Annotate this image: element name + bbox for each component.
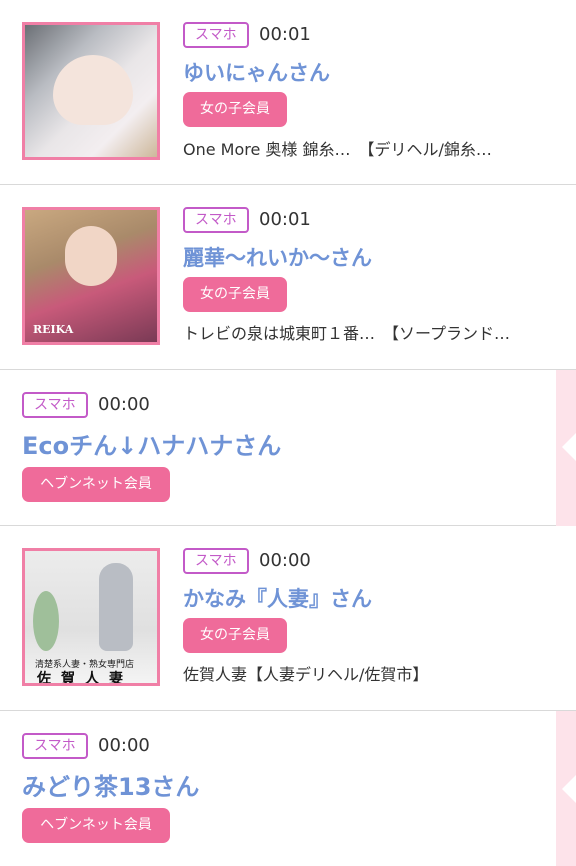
thumbnail-label: REIKA xyxy=(33,323,74,336)
side-arrow-icon xyxy=(562,775,576,803)
side-arrow-icon xyxy=(562,433,576,461)
device-badge: スマホ xyxy=(183,548,249,574)
list-item[interactable]: スマホ 00:01 ゆいにゃんさん 女の子会員 One More 奥様 錦糸… … xyxy=(0,0,576,185)
thumbnail-plant xyxy=(33,591,59,651)
member-type-badge: 女の子会員 xyxy=(183,618,287,653)
device-badge: スマホ xyxy=(22,733,88,759)
post-time: 00:01 xyxy=(259,24,311,45)
list-item[interactable]: スマホ 00:00 Ecoチん↓ハナハナさん ヘブンネット会員 xyxy=(0,370,576,526)
profile-thumbnail[interactable] xyxy=(22,22,160,160)
thumbnail-caption-big: 佐賀人妻 xyxy=(37,671,133,686)
user-name-link[interactable]: Ecoチん↓ハナハナさん xyxy=(22,426,281,461)
member-type-badge: 女の子会員 xyxy=(183,277,287,312)
post-time: 00:00 xyxy=(98,735,150,756)
user-name-link[interactable]: 麗華〜れいか〜さん xyxy=(183,242,372,272)
shop-name-link[interactable]: トレビの泉は城東町１番… 【ソープランド… xyxy=(183,320,510,344)
list-item[interactable]: スマホ 00:00 みどり茶13さん ヘブンネット会員 xyxy=(0,711,576,866)
thumbnail-figure xyxy=(99,563,133,651)
profile-thumbnail[interactable]: 清楚系人妻・熟女専門店 佐賀人妻 xyxy=(22,548,160,686)
device-badge: スマホ xyxy=(183,22,249,48)
shop-name-link[interactable]: One More 奥様 錦糸… 【デリヘル/錦糸… xyxy=(183,136,492,160)
list-item[interactable]: 清楚系人妻・熟女専門店 佐賀人妻 スマホ 00:00 かなみ『人妻』さん 女の子… xyxy=(0,526,576,711)
member-type-badge: ヘブンネット会員 xyxy=(22,808,170,843)
device-badge: スマホ xyxy=(183,207,249,233)
user-name-link[interactable]: みどり茶13さん xyxy=(22,767,199,802)
list-item[interactable]: REIKA スマホ 00:01 麗華〜れいか〜さん 女の子会員 トレビの泉は城東… xyxy=(0,185,576,370)
thumbnail-figure xyxy=(53,55,133,125)
user-name-link[interactable]: ゆいにゃんさん xyxy=(183,57,330,87)
thumbnail-figure xyxy=(65,226,117,286)
shop-name-link[interactable]: 佐賀人妻【人妻デリヘル/佐賀市】 xyxy=(183,661,428,685)
member-type-badge: ヘブンネット会員 xyxy=(22,467,170,502)
device-badge: スマホ xyxy=(22,392,88,418)
post-time: 00:01 xyxy=(259,209,311,230)
profile-thumbnail[interactable]: REIKA xyxy=(22,207,160,345)
member-type-badge: 女の子会員 xyxy=(183,92,287,127)
post-time: 00:00 xyxy=(98,394,150,415)
user-name-link[interactable]: かなみ『人妻』さん xyxy=(183,583,372,613)
post-time: 00:00 xyxy=(259,550,311,571)
